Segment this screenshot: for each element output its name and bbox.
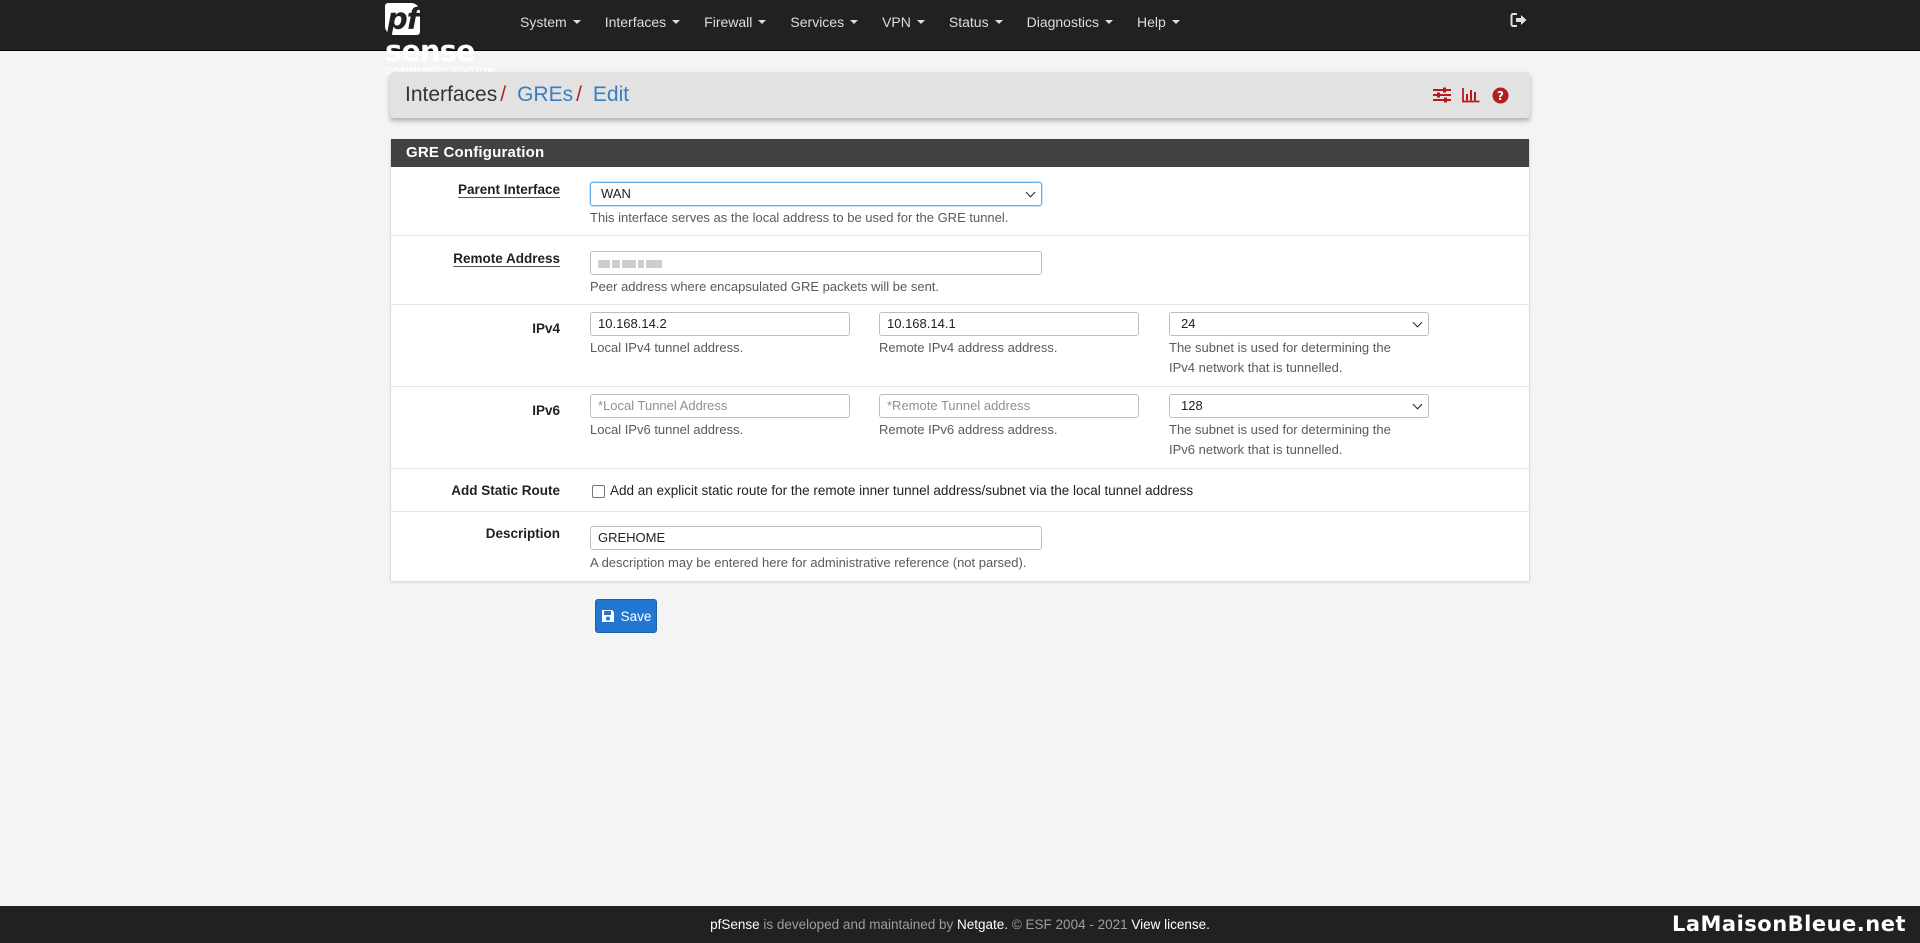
ipv4-remote-value: 10.168.14.1 [887,316,956,331]
main-menu: System Interfaces Firewall Services VPN … [508,0,1192,44]
ipv6-remote-help: Remote IPv6 address address. [879,422,1058,437]
row-parent-interface: Parent Interface WAN This interface serv… [391,167,1529,236]
parent-interface-help: This interface serves as the local addre… [590,210,1009,225]
breadcrumb-separator: / [576,83,582,106]
pfsense-logo[interactable]: pfsense COMMUNITY EDITION [385,3,495,77]
remote-address-label: Remote Address [453,251,560,266]
menu-diagnostics[interactable]: Diagnostics [1015,0,1125,44]
menu-label: VPN [882,14,911,30]
ipv4-label: IPv4 [532,321,560,336]
description-input[interactable]: GREHOME [590,526,1042,550]
svg-text:?: ? [1497,88,1504,102]
row-static-route: Add Static Route Add an explicit static … [391,469,1529,512]
row-ipv6: IPv6 *Local Tunnel Address Local IPv6 tu… [391,387,1529,469]
caret-down-icon [672,20,681,25]
ipv6-label: IPv6 [532,403,560,418]
ipv4-local-help: Local IPv4 tunnel address. [590,340,744,355]
static-route-checkbox[interactable] [592,485,605,498]
remote-address-input[interactable] [590,251,1042,275]
save-button-label: Save [620,608,652,624]
ipv4-subnet-select[interactable]: 24 [1169,312,1429,336]
description-help: A description may be entered here for ad… [590,555,1027,570]
menu-label: Help [1136,14,1166,30]
footer-company[interactable]: Netgate. [957,917,1008,932]
sign-out-icon[interactable] [1510,12,1532,32]
footer-text: is developed and maintained by [763,917,954,932]
parent-interface-select[interactable]: WAN [590,182,1042,206]
static-route-text[interactable]: Add an explicit static route for the rem… [610,483,1193,498]
footer-copyright: © ESF 2004 - 2021 [1011,917,1128,932]
sliders-icon[interactable] [1432,85,1452,105]
gre-config-panel: GRE Configuration Parent Interface WAN T… [390,139,1530,582]
breadcrumb-edit[interactable]: Edit [593,83,629,106]
caret-down-icon [1104,20,1113,25]
caret-down-icon [572,20,581,25]
caret-down-icon [994,20,1003,25]
menu-interfaces[interactable]: Interfaces [593,0,692,44]
menu-label: Diagnostics [1026,14,1099,30]
caret-down-icon [916,20,925,25]
floppy-disk-icon [601,610,614,622]
ipv6-subnet-value: 128 [1181,398,1203,413]
menu-help[interactable]: Help [1125,0,1192,44]
breadcrumb-gres[interactable]: GREs [517,83,573,106]
menu-status[interactable]: Status [937,0,1015,44]
row-remote-address: Remote Address Peer address where encaps… [391,236,1529,305]
menu-vpn[interactable]: VPN [870,0,937,44]
breadcrumb-separator: / [500,83,507,106]
menu-label: System [520,14,567,30]
breadcrumb-icons: ? [1432,85,1510,105]
ipv6-remote-placeholder: *Remote Tunnel address [887,398,1031,413]
ipv6-subnet-help: The subnet is used for determining the I… [1169,422,1391,457]
static-route-label: Add Static Route [451,483,560,498]
footer-product[interactable]: pfSense [710,917,760,932]
menu-services[interactable]: Services [778,0,870,44]
footer-license-link[interactable]: View license. [1131,917,1210,932]
menu-label: Firewall [704,14,753,30]
row-ipv4: IPv4 10.168.14.2 Local IPv4 tunnel addre… [391,305,1529,387]
question-circle-icon[interactable]: ? [1490,85,1510,105]
top-navbar: pfsense COMMUNITY EDITION System Interfa… [0,0,1920,77]
breadcrumb-interfaces: Interfaces [405,83,498,106]
ipv4-remote-help: Remote IPv4 address address. [879,340,1058,355]
watermark: LaMaisonBleue.net [1671,912,1906,936]
ipv4-local-input[interactable]: 10.168.14.2 [590,312,850,336]
ipv4-remote-input[interactable]: 10.168.14.1 [879,312,1139,336]
ipv4-subnet-value: 24 [1181,316,1196,331]
chevron-down-icon [1412,399,1423,410]
menu-label: Status [948,14,989,30]
menu-system[interactable]: System [508,0,593,44]
description-value: GREHOME [598,530,666,545]
ipv6-subnet-select[interactable]: 128 [1169,394,1429,418]
remote-address-help: Peer address where encapsulated GRE pack… [590,279,940,294]
parent-interface-label: Parent Interface [457,182,560,197]
redacted-value [598,253,664,274]
description-label: Description [485,526,560,541]
bar-chart-icon[interactable] [1461,85,1481,105]
ipv6-local-placeholder: *Local Tunnel Address [598,398,728,413]
ipv6-local-help: Local IPv6 tunnel address. [590,422,744,437]
menu-label: Interfaces [604,14,667,30]
ipv6-remote-input[interactable]: *Remote Tunnel address [879,394,1139,418]
ipv4-local-value: 10.168.14.2 [598,316,667,331]
caret-down-icon [850,20,859,25]
breadcrumb: Interfaces / GREs / Edit [405,72,629,118]
ipv4-subnet-help: The subnet is used for determining the I… [1169,340,1391,375]
panel-title: GRE Configuration [391,139,1529,167]
logo-wordmark: pfsense [385,3,495,67]
footer: pfSense is developed and maintained by N… [0,906,1920,943]
caret-down-icon [758,20,767,25]
breadcrumb-bar: Interfaces / GREs / Edit ? [390,72,1530,118]
parent-interface-value: WAN [601,186,631,201]
logo-sense: sense [385,34,476,68]
caret-down-icon [1171,20,1180,25]
save-button[interactable]: Save [595,599,657,633]
chevron-down-icon [1412,317,1423,328]
ipv6-local-input[interactable]: *Local Tunnel Address [590,394,850,418]
menu-label: Services [790,14,845,30]
logo-pf: pf [385,2,421,36]
chevron-down-icon [1025,187,1036,198]
row-description: Description GREHOME A description may be… [391,512,1529,581]
menu-firewall[interactable]: Firewall [692,0,778,44]
